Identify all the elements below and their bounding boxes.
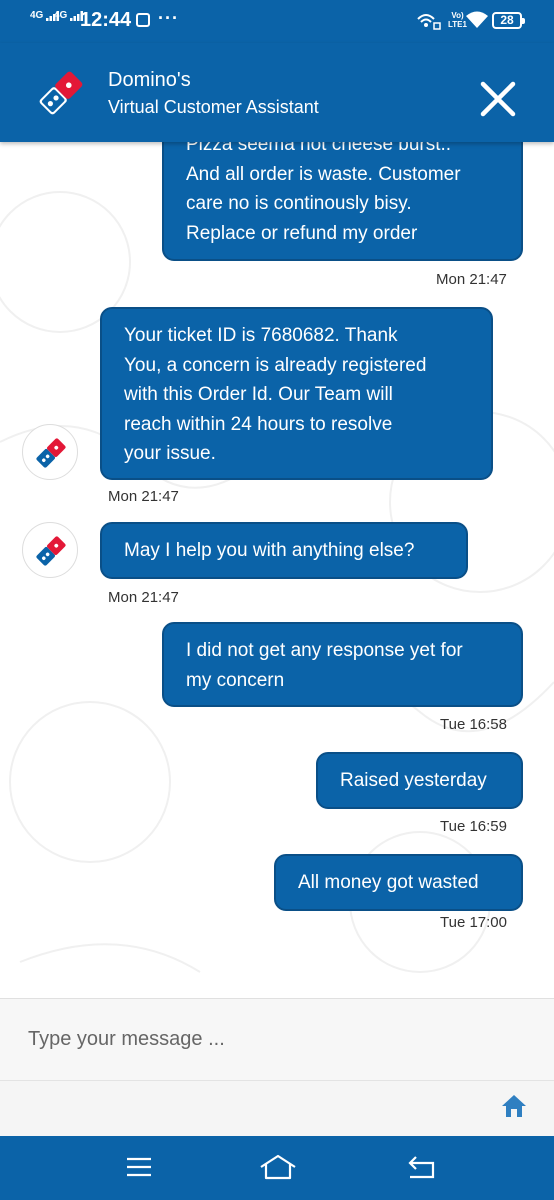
message-timestamp: Mon 21:47 <box>436 271 507 288</box>
message-bubble-user: Pizza seema not cheese burst.. And all o… <box>162 142 523 261</box>
battery-icon: 28 <box>492 12 525 29</box>
message-line: Your ticket ID is 7680682. Thank <box>124 325 398 346</box>
volte-line1: Vo) <box>451 11 464 20</box>
message-line: care no is continously bisy. <box>186 193 412 214</box>
message-bubble-user: All money got wasted <box>274 854 523 911</box>
message-line: May I help you with anything else? <box>124 540 415 561</box>
system-nav-bar <box>0 1136 554 1200</box>
dominos-logo-icon <box>39 71 83 115</box>
header-title: Domino's <box>108 69 191 91</box>
app-header: Domino's Virtual Customer Assistant <box>0 43 554 142</box>
hotspot-icon <box>417 14 441 30</box>
message-line: Pizza seema not cheese burst.. <box>186 142 452 155</box>
menu-icon[interactable] <box>124 1152 154 1182</box>
message-input[interactable] <box>0 999 554 1081</box>
bot-avatar <box>22 522 78 578</box>
message-bubble-bot: May I help you with anything else? <box>100 522 468 579</box>
message-timestamp: Mon 21:47 <box>108 488 179 505</box>
image-notification-icon <box>136 13 150 27</box>
message-timestamp: Tue 16:59 <box>440 818 507 835</box>
chat-area[interactable]: Pizza seema not cheese burst.. And all o… <box>0 142 554 998</box>
home-icon[interactable] <box>500 1093 528 1119</box>
message-timestamp: Tue 16:58 <box>440 716 507 733</box>
back-icon[interactable] <box>406 1152 438 1182</box>
status-bar: 4G 4G 12:44 ··· Vo) LTE1 28 <box>0 0 554 43</box>
more-dots-icon: ··· <box>158 8 179 28</box>
home-nav-icon[interactable] <box>258 1152 298 1184</box>
wifi-icon <box>466 11 488 28</box>
volte-line2: LTE1 <box>448 20 467 29</box>
composer <box>0 998 554 1136</box>
message-line: my concern <box>186 669 285 691</box>
status-time: 12:44 <box>80 9 132 31</box>
message-line: Replace or refund my order <box>186 222 418 244</box>
message-line: your issue. <box>124 443 216 464</box>
message-line: reach within 24 hours to resolve <box>124 413 393 435</box>
message-bubble-user: I did not get any response yet for my co… <box>162 622 523 707</box>
dominos-logo-icon <box>36 438 66 468</box>
dominos-logo-icon <box>36 536 66 566</box>
message-line: I did not get any response yet for <box>186 640 463 661</box>
message-line: Raised yesterday <box>340 770 487 791</box>
message-line: You, a concern is already registered <box>124 354 427 376</box>
bot-avatar <box>22 424 78 480</box>
message-line: All money got wasted <box>298 872 479 893</box>
signal-1-label: 4G <box>30 10 44 21</box>
header-subtitle: Virtual Customer Assistant <box>108 97 319 117</box>
message-bubble-user: Raised yesterday <box>316 752 523 809</box>
message-bubble-bot: Your ticket ID is 7680682. Thank You, a … <box>100 307 493 480</box>
message-line: with this Order Id. Our Team will <box>124 384 393 405</box>
close-icon[interactable] <box>478 79 518 119</box>
volte-icon: Vo) LTE1 <box>448 11 467 29</box>
signal-2-label: 4G <box>54 10 68 21</box>
message-timestamp: Tue 17:00 <box>440 914 507 931</box>
message-line: And all order is waste. Customer <box>186 163 461 185</box>
message-timestamp: Mon 21:47 <box>108 589 179 606</box>
